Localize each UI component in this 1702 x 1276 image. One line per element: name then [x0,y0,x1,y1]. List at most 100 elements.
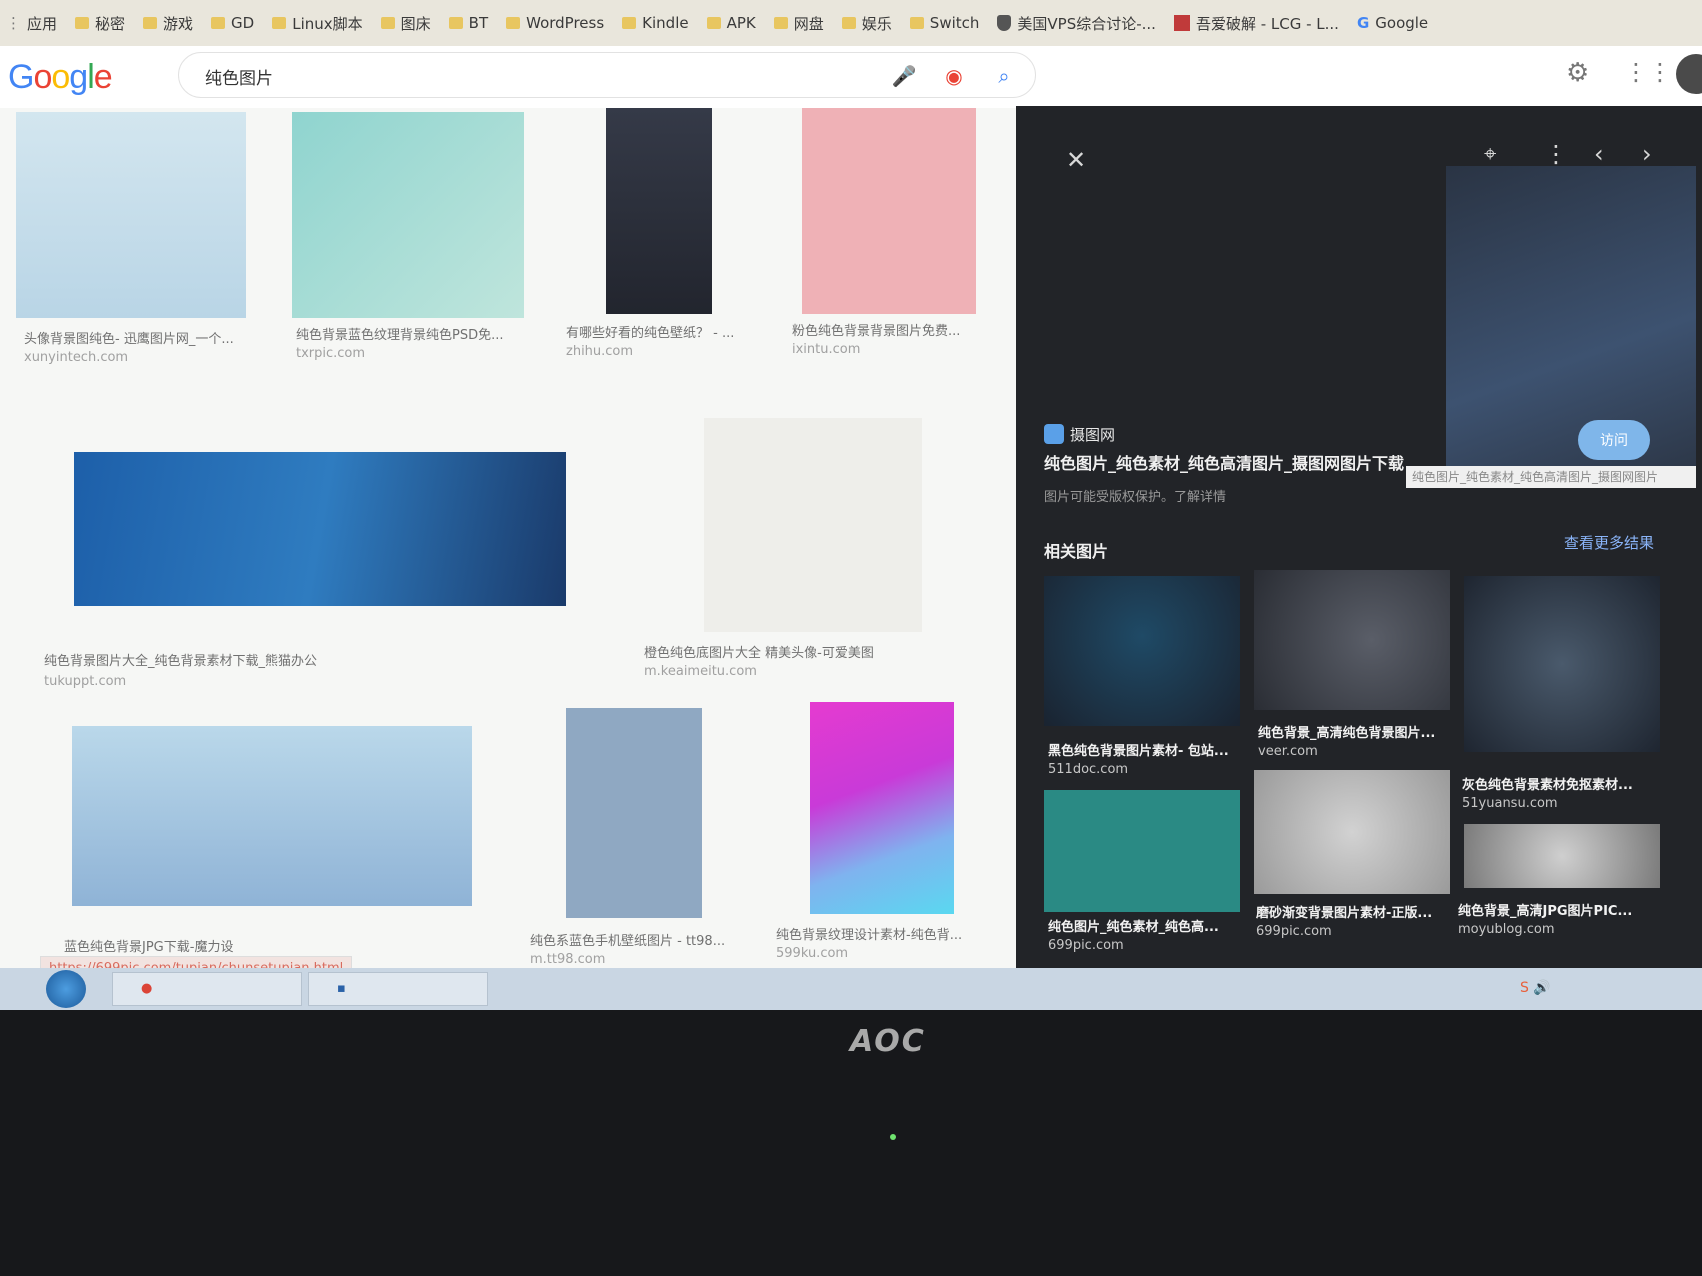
computer-icon: ▪ [337,981,346,996]
more-results-link[interactable]: 查看更多结果 [1564,532,1654,553]
bookmark-apps[interactable]: ⋮ 应用 [6,13,57,34]
image-preview-panel: ✕ ⌖ ⋮ ‹ › 摄图网 纯色图片_纯色素材_纯色高清图片_摄图网图片下载 图… [1016,106,1702,968]
result-source[interactable]: 599ku.com [776,946,848,961]
related-image[interactable] [1254,570,1450,710]
related-source[interactable]: moyublog.com [1458,922,1555,937]
visit-button[interactable]: 访问 [1578,420,1650,460]
search-icon[interactable]: ⌕ [991,63,1017,89]
lens-icon[interactable]: ⌖ [1484,142,1496,167]
chevron-right-icon[interactable]: › [1642,140,1652,168]
related-source[interactable]: 51yuansu.com [1462,796,1558,811]
related-source[interactable]: veer.com [1258,744,1318,759]
related-caption[interactable]: 灰色纯色背景素材免抠素材... [1462,774,1633,793]
result-source[interactable]: zhihu.com [566,344,633,359]
related-image[interactable] [1464,824,1660,888]
taskbar-explorer-window[interactable]: ▪ [308,972,488,1006]
result-source[interactable]: ixintu.com [792,342,860,357]
preview-image[interactable] [1446,166,1696,476]
result-thumbnail[interactable] [810,702,954,914]
result-thumbnail[interactable] [74,452,566,606]
preview-title[interactable]: 纯色图片_纯色素材_纯色高清图片_摄图网图片下载 [1044,450,1404,474]
result-caption[interactable]: 纯色背景蓝色纹理背景纯色PSD免... [296,324,504,343]
bookmark-52pojie[interactable]: 吾爱破解 - LCG - L... [1173,13,1339,34]
related-image[interactable] [1254,770,1450,894]
result-thumbnail[interactable] [16,112,246,318]
google-logo[interactable]: Google [8,58,113,97]
bookmark-folder[interactable]: 图床 [380,13,431,34]
result-thumbnail[interactable] [72,726,472,906]
camera-search-icon[interactable]: ◉ [941,63,967,89]
result-caption[interactable]: 纯色背景图片大全_纯色背景素材下载_熊猫办公 [44,650,317,669]
sogou-icon[interactable]: S [1520,980,1529,996]
result-thumbnail[interactable] [704,418,922,632]
result-thumbnail[interactable] [606,108,712,314]
bookmark-folder[interactable]: 网盘 [773,13,824,34]
bookmark-folder[interactable]: GD [211,14,254,32]
result-caption[interactable]: 纯色系蓝色手机壁纸图片 - tt98... [530,930,725,949]
result-caption[interactable]: 蓝色纯色背景JPG下载-魔力设 [64,936,233,955]
result-source[interactable]: xunyintech.com [24,350,128,365]
folder-icon [272,17,287,29]
bookmark-folder[interactable]: 游戏 [143,13,193,34]
folder-icon [909,17,924,29]
result-caption[interactable]: 粉色纯色背景背景图片免费... [792,320,960,339]
related-source[interactable]: 699pic.com [1256,924,1332,939]
avatar[interactable] [1676,54,1702,94]
related-caption[interactable]: 黑色纯色背景图片素材- 包站... [1048,740,1229,759]
bookmark-vps[interactable]: 美国VPS综合讨论-... [997,13,1156,34]
monitor-bezel: AOC [0,1010,1702,1276]
system-tray[interactable]: S 🔊 [1520,980,1551,996]
related-image[interactable] [1464,576,1660,752]
bookmark-google[interactable]: G Google [1357,14,1428,32]
result-source[interactable]: m.keaimeitu.com [644,664,757,679]
windows-start-icon[interactable] [46,970,86,1008]
result-caption[interactable]: 橙色纯色底图片大全 精美头像-可爱美图 [644,642,874,661]
taskbar-chrome-window[interactable]: ● [112,972,302,1006]
folder-icon [211,17,226,29]
folder-icon [380,17,395,29]
related-caption[interactable]: 纯色背景_高清纯色背景图片... [1258,722,1435,741]
bookmark-folder[interactable]: Switch [909,14,979,32]
bookmark-folder[interactable]: 秘密 [75,13,125,34]
result-caption[interactable]: 头像背景图纯色- 迅鹰图片网_一个... [24,328,234,347]
result-thumbnail[interactable] [292,112,524,318]
result-caption[interactable]: 有哪些好看的纯色壁纸？ - ... [566,322,734,341]
result-thumbnail[interactable] [566,708,702,918]
bookmark-folder[interactable]: BT [448,14,488,32]
microphone-icon[interactable]: 🎤 [891,63,917,89]
apps-icon: ⋮ [6,14,21,32]
search-input[interactable] [203,63,847,89]
volume-icon[interactable]: 🔊 [1533,980,1550,996]
folder-icon [506,17,521,29]
chevron-left-icon[interactable]: ‹ [1594,140,1604,168]
related-image[interactable] [1044,576,1240,726]
related-source[interactable]: 511doc.com [1048,762,1128,777]
image-results-grid: 头像背景图纯色- 迅鹰图片网_一个... xunyintech.com 纯色背景… [0,108,1016,968]
folder-icon [706,17,721,29]
related-caption[interactable]: 磨砂渐变背景图片素材-正版... [1256,902,1432,921]
bookmarks-bar: ⋮ 应用 秘密 游戏 GD Linux脚本 图床 BT WordPress Kin… [0,0,1702,46]
bookmark-folder[interactable]: APK [706,14,756,32]
power-led [890,1134,896,1140]
result-thumbnail[interactable] [802,108,976,314]
more-options-icon[interactable]: ⋮ [1544,140,1568,168]
monitor-brand: AOC [850,1024,926,1059]
related-source[interactable]: 699pic.com [1048,938,1124,953]
site-name[interactable]: 摄图网 [1070,424,1115,445]
related-caption[interactable]: 纯色背景_高清JPG图片PIC... [1458,900,1632,919]
bookmark-folder[interactable]: Linux脚本 [272,13,363,34]
folder-icon [622,17,637,29]
copyright-note[interactable]: 图片可能受版权保护。了解详情 [1044,486,1226,505]
result-source[interactable]: tukuppt.com [44,674,126,689]
related-caption[interactable]: 纯色图片_纯色素材_纯色高... [1048,916,1219,935]
close-icon[interactable]: ✕ [1066,146,1086,174]
result-caption[interactable]: 纯色背景纹理设计素材-纯色背... [776,924,962,943]
bookmark-folder[interactable]: WordPress [506,14,604,32]
bookmark-folder[interactable]: Kindle [622,14,689,32]
result-source[interactable]: m.tt98.com [530,952,605,967]
folder-icon [448,17,463,29]
bookmark-folder[interactable]: 娱乐 [841,13,892,34]
result-source[interactable]: txrpic.com [296,346,365,361]
gear-icon[interactable]: ⚙ [1566,58,1589,88]
related-image[interactable] [1044,790,1240,912]
